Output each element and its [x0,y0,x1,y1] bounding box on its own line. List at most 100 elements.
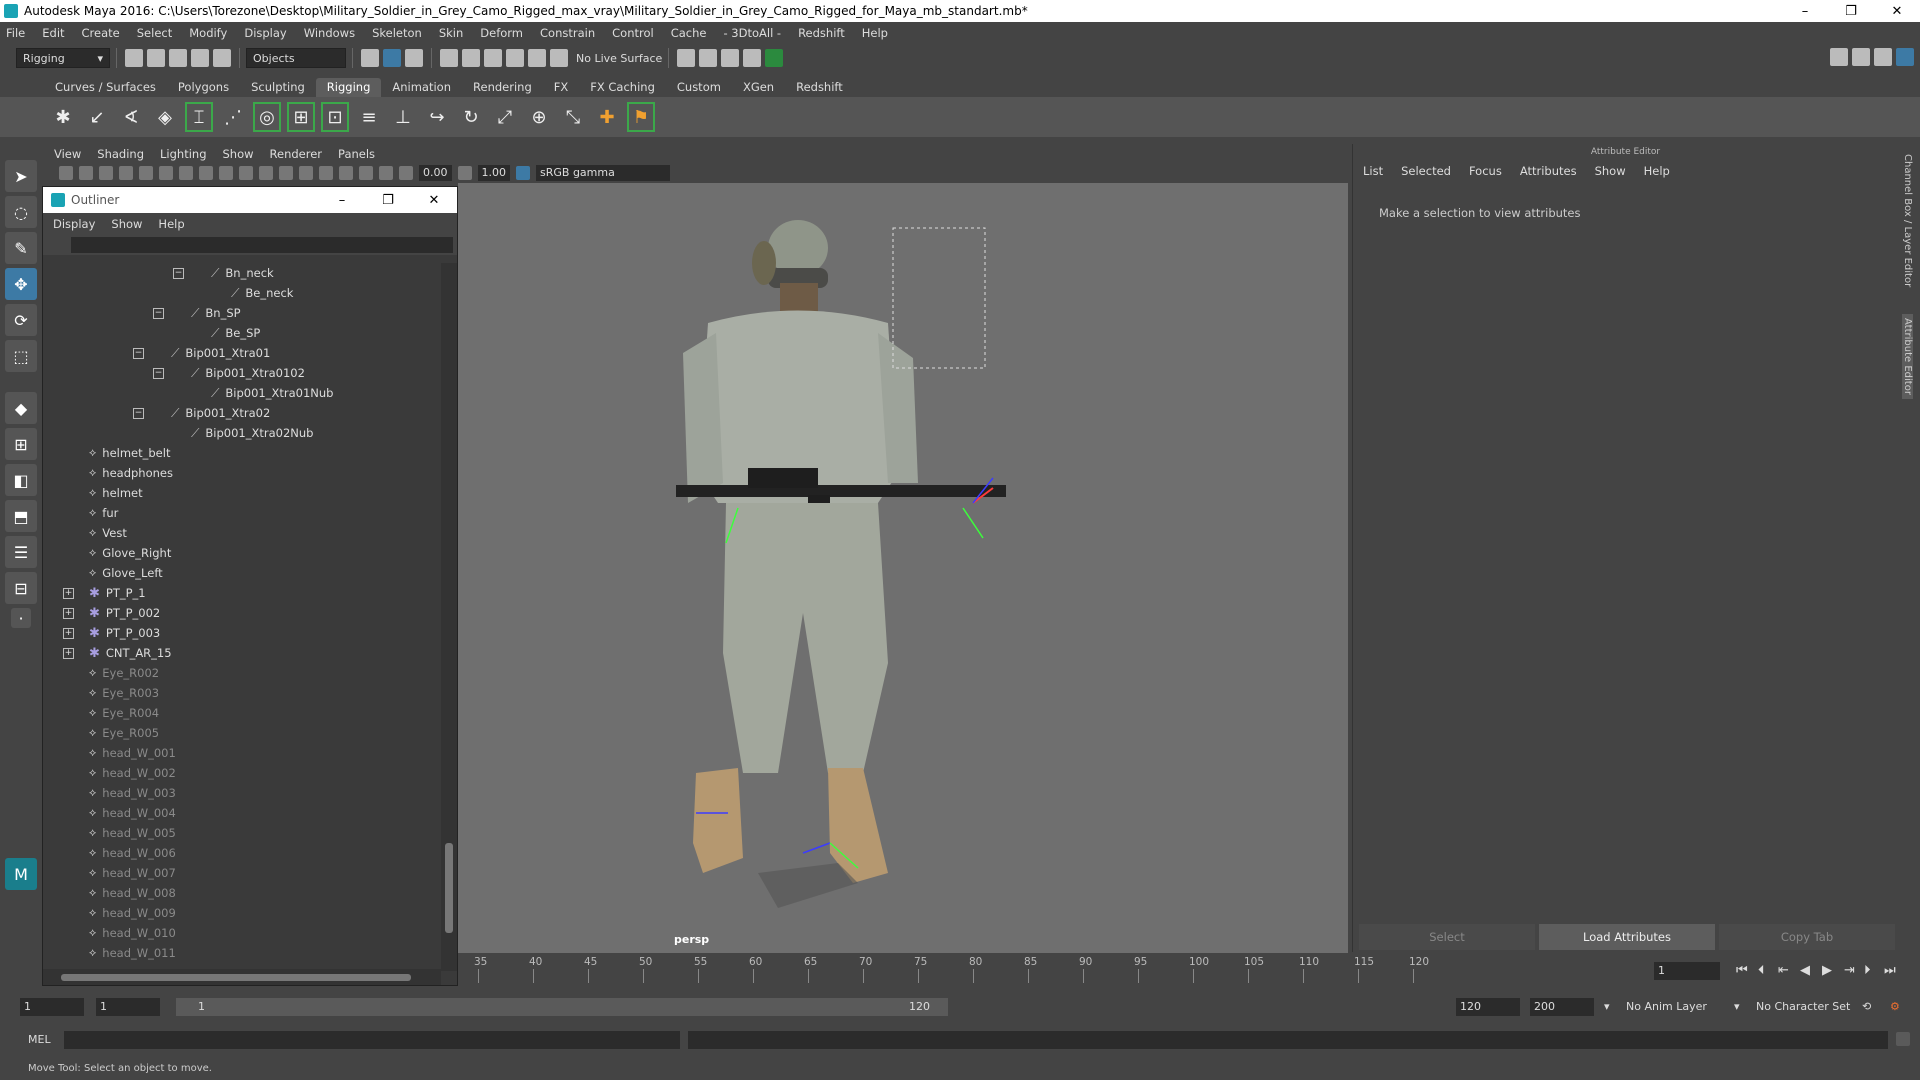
pole-vector-icon[interactable]: ⤡ [559,102,587,132]
exposure-icon[interactable] [399,166,413,180]
menu-display[interactable]: Display [244,26,286,40]
time-slider[interactable]: 35 40 45 50 55 60 65 70 75 80 85 90 95 100 105 110 115 12… [458,953,1898,986]
lasso-tool-icon[interactable]: ◌ [5,196,37,228]
camera-icon[interactable] [59,166,73,180]
preferences-icon[interactable]: ⚙ [1890,998,1900,1016]
smooth-bind-icon[interactable]: ⊞ [287,102,315,132]
menu-modify[interactable]: Modify [189,26,227,40]
play-backward-icon[interactable]: ◀ [1800,963,1810,978]
outliner-row[interactable]: + ✱ PT_P_1 [43,583,441,603]
ae-menu-show[interactable]: Show [1595,164,1626,178]
outliner-row[interactable]: − ⟋ Bip001_Xtra01 [43,343,441,363]
ae-menu-attributes[interactable]: Attributes [1520,164,1577,178]
outliner-row[interactable]: − ⟋ Bip001_Xtra0102 [43,363,441,383]
menu-constrain[interactable]: Constrain [540,26,595,40]
step-forward-icon[interactable]: ⏵ [1864,963,1871,978]
outliner-row[interactable]: ⟡ fur [43,503,441,523]
outliner-maximize-button[interactable]: ❐ [365,189,411,211]
selection-mode-dropdown[interactable]: Objects [246,48,346,68]
outliner-row[interactable]: ⟡ head_W_002 [43,763,441,783]
safe-action-icon[interactable] [239,166,253,180]
scale-constraint-icon[interactable]: ⤢ [491,102,519,132]
ipr-render-icon[interactable] [721,49,740,67]
command-input[interactable] [64,1031,680,1049]
lattice-icon[interactable]: ⊡ [321,102,349,132]
attribute-editor-toggle-icon[interactable] [1874,48,1892,66]
outliner-row[interactable]: ⟡ Glove_Left [43,563,441,583]
go-to-start-icon[interactable]: ⏮ [1736,963,1748,978]
xray-icon[interactable] [359,166,373,180]
tab-polygons[interactable]: Polygons [167,78,240,97]
render-view-icon[interactable] [677,49,696,67]
command-language-label[interactable]: MEL [28,1032,51,1048]
select-component-icon[interactable] [405,49,423,67]
more-layouts-icon[interactable]: · [11,608,31,628]
outliner-menu-help[interactable]: Help [158,217,184,231]
tab-rendering[interactable]: Rendering [462,78,543,97]
select-hierarchy-icon[interactable] [361,49,379,67]
menu-edit[interactable]: Edit [42,26,64,40]
outliner-minimize-button[interactable]: – [319,189,365,211]
menu-windows[interactable]: Windows [304,26,355,40]
menu-3dtoall[interactable]: - 3DtoAll - [723,26,781,40]
load-attributes-button[interactable]: Load Attributes [1539,924,1715,950]
tab-animation[interactable]: Animation [381,78,462,97]
outliner-row[interactable]: ⟡ helmet_belt [43,443,441,463]
script-editor-icon[interactable] [1896,1032,1910,1046]
snap-point-icon[interactable] [484,49,502,67]
tab-xgen[interactable]: XGen [732,78,785,97]
lights-icon[interactable] [319,166,333,180]
ik-handle-icon[interactable]: ⌶ [185,102,213,132]
save-scene-icon[interactable] [169,49,187,67]
outliner-row[interactable]: − ⟋ Bn_neck [43,263,441,283]
textured-icon[interactable] [299,166,313,180]
panel-menu-panels[interactable]: Panels [338,147,375,161]
mirror-joint-icon[interactable]: ∢ [117,102,145,132]
collapse-icon[interactable]: − [133,407,144,419]
point-constraint-icon[interactable]: ⊥ [389,102,417,132]
panel-menu-show[interactable]: Show [223,147,254,161]
collapse-icon[interactable]: − [133,347,144,359]
modeling-toolkit-icon[interactable] [1830,48,1848,66]
menu-skin[interactable]: Skin [439,26,463,40]
close-button[interactable]: ✕ [1874,0,1920,22]
camera-attributes-icon[interactable] [79,166,93,180]
gamma-icon[interactable] [457,166,472,180]
menu-file[interactable]: File [6,26,25,40]
orient-joint-icon[interactable]: ◈ [151,102,179,132]
outliner-row[interactable]: ⟡ Eye_R002 [43,663,441,683]
panel-menu-lighting[interactable]: Lighting [160,147,206,161]
color-management-icon[interactable] [516,166,530,180]
tab-curves-surfaces[interactable]: Curves / Surfaces [44,78,167,97]
outliner-row[interactable]: − ⟋ Bn_SP [43,303,441,323]
outliner-row[interactable]: ⟡ head_W_005 [43,823,441,843]
collapse-icon[interactable]: − [153,307,164,319]
outliner-row[interactable]: ⟡ head_W_010 [43,923,441,943]
snap-view-plane-icon[interactable] [506,49,524,67]
expand-icon[interactable]: + [63,647,74,659]
outliner-row[interactable]: ⟡ head_W_001 [43,743,441,763]
menu-cache[interactable]: Cache [671,26,707,40]
single-layout-icon[interactable]: ◆ [5,392,37,424]
tab-sculpting[interactable]: Sculpting [240,78,316,97]
scrollbar-thumb[interactable] [61,974,411,981]
parent-constraint-icon[interactable]: ⊕ [525,102,553,132]
menu-select[interactable]: Select [137,26,172,40]
outliner-menu-show[interactable]: Show [111,217,142,231]
menu-redshift[interactable]: Redshift [798,26,845,40]
undo-icon[interactable] [191,49,209,67]
playback-start-field[interactable]: 1 [96,998,160,1016]
joint-tool-icon[interactable]: ✱ [49,102,77,132]
scale-tool-icon[interactable]: ⬚ [5,340,37,372]
hypershade-icon[interactable] [765,49,784,67]
locator-icon[interactable]: ✚ [593,102,621,132]
outliner-row[interactable]: ⟋ Be_neck [43,283,441,303]
outliner-menu-display[interactable]: Display [53,217,95,231]
expand-icon[interactable]: + [63,607,74,619]
key-icon[interactable]: ⚑ [627,102,655,132]
new-scene-icon[interactable] [125,49,143,67]
bookmark-icon[interactable] [99,166,113,180]
outliner-row[interactable]: ⟡ head_W_006 [43,843,441,863]
snap-surface-icon[interactable] [528,49,546,67]
auto-key-icon[interactable]: ⟲ [1862,998,1871,1016]
